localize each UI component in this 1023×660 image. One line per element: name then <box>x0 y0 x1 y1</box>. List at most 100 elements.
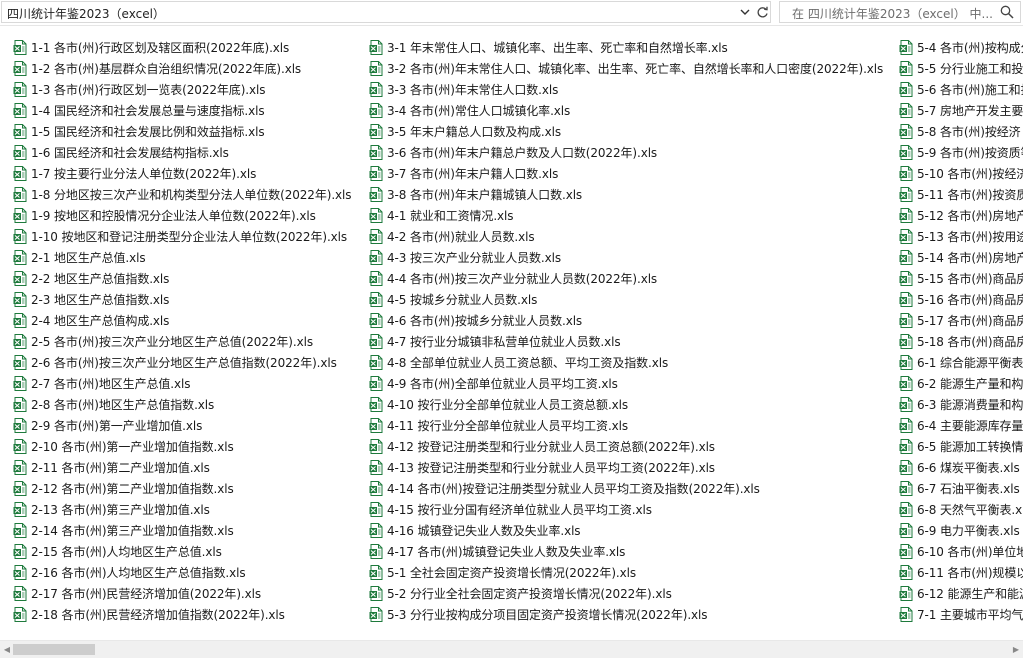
file-item[interactable]: 2-7 各市(州)地区生产总值.xls <box>0 373 351 394</box>
chevron-down-icon[interactable] <box>737 3 753 21</box>
file-item[interactable]: 4-6 各市(州)按城乡分就业人员数.xls <box>356 310 883 331</box>
file-item[interactable]: 3-6 各市(州)年末户籍总户数及人口数(2022年).xls <box>356 142 883 163</box>
horizontal-scrollbar[interactable]: ◀ ▶ <box>0 640 1023 658</box>
file-item[interactable]: 5-4 各市(州)按构成分 <box>886 37 1023 58</box>
file-item[interactable]: 6-5 能源加工转换情 <box>886 436 1023 457</box>
file-name: 3-6 各市(州)年末户籍总户数及人口数(2022年).xls <box>387 146 658 160</box>
excel-file-icon <box>899 250 913 265</box>
file-item[interactable]: 3-8 各市(州)年末户籍城镇人口数.xls <box>356 184 883 205</box>
file-item[interactable]: 3-5 年末户籍总人口数及构成.xls <box>356 121 883 142</box>
file-item[interactable]: 5-2 分行业全社会固定资产投资增长情况(2022年).xls <box>356 583 883 604</box>
scroll-right-icon[interactable]: ▶ <box>1011 644 1021 655</box>
file-item[interactable]: 5-17 各市(州)商品房 <box>886 310 1023 331</box>
file-item[interactable]: 4-3 按三次产业分就业人员数.xls <box>356 247 883 268</box>
file-item[interactable]: 5-5 分行业施工和投 <box>886 58 1023 79</box>
file-item[interactable]: 4-7 按行业分城镇非私营单位就业人员数.xls <box>356 331 883 352</box>
file-item[interactable]: 5-7 房地产开发主要 <box>886 100 1023 121</box>
file-item[interactable]: 5-14 各市(州)房地产 <box>886 247 1023 268</box>
file-item[interactable]: 1-7 按主要行业分法人单位数(2022年).xls <box>0 163 351 184</box>
file-item[interactable]: 4-5 按城乡分就业人员数.xls <box>356 289 883 310</box>
file-item[interactable]: 3-1 年末常住人口、城镇化率、出生率、死亡率和自然增长率.xls <box>356 37 883 58</box>
file-item[interactable]: 2-13 各市(州)第三产业增加值.xls <box>0 499 351 520</box>
file-item[interactable]: 2-2 地区生产总值指数.xls <box>0 268 351 289</box>
file-item[interactable]: 7-1 主要城市平均气 <box>886 604 1023 625</box>
file-item[interactable]: 2-3 地区生产总值指数.xls <box>0 289 351 310</box>
file-item[interactable]: 2-8 各市(州)地区生产总值指数.xls <box>0 394 351 415</box>
file-item[interactable]: 5-18 各市(州)商品房 <box>886 331 1023 352</box>
file-item[interactable]: 2-6 各市(州)按三次产业分地区生产总值指数(2022年).xls <box>0 352 351 373</box>
file-item[interactable]: 1-8 分地区按三次产业和机构类型分法人单位数(2022年).xls <box>0 184 352 205</box>
file-item[interactable]: 6-6 煤炭平衡表.xls <box>886 457 1023 478</box>
file-item[interactable]: 5-1 全社会固定资产投资增长情况(2022年).xls <box>356 562 883 583</box>
file-item[interactable]: 1-2 各市(州)基层群众自治组织情况(2022年底).xls <box>0 58 351 79</box>
file-item[interactable]: 6-10 各市(州)单位地 <box>886 541 1023 562</box>
file-item[interactable]: 5-3 分行业按构成分项目固定资产投资增长情况(2022年).xls <box>356 604 883 625</box>
excel-file-icon <box>13 439 27 454</box>
scrollbar-thumb[interactable] <box>13 644 95 655</box>
file-item[interactable]: 4-13 按登记注册类型和行业分就业人员平均工资(2022年).xls <box>356 457 883 478</box>
file-item[interactable]: 1-1 各市(州)行政区划及辖区面积(2022年底).xls <box>0 37 351 58</box>
file-item[interactable]: 4-14 各市(州)按登记注册类型分就业人员平均工资及指数(2022年).xls <box>356 478 883 499</box>
file-item[interactable]: 5-11 各市(州)按资质 <box>886 184 1023 205</box>
file-item[interactable]: 5-16 各市(州)商品房 <box>886 289 1023 310</box>
file-item[interactable]: 4-9 各市(州)全部单位就业人员平均工资.xls <box>356 373 883 394</box>
file-item[interactable]: 5-13 各市(州)按用途 <box>886 226 1023 247</box>
file-item[interactable]: 6-12 能源生产和能源 <box>886 583 1023 604</box>
file-item[interactable]: 2-1 地区生产总值.xls <box>0 247 351 268</box>
file-item[interactable]: 6-11 各市(州)规模以 <box>886 562 1023 583</box>
file-item[interactable]: 5-10 各市(州)按经济 <box>886 163 1023 184</box>
file-item[interactable]: 4-8 全部单位就业人员工资总额、平均工资及指数.xls <box>356 352 883 373</box>
address-path[interactable]: 四川统计年鉴2023（excel） <box>7 5 165 22</box>
file-item[interactable]: 2-18 各市(州)民营经济增加值指数(2022年).xls <box>0 604 351 625</box>
file-item[interactable]: 2-9 各市(州)第一产业增加值.xls <box>0 415 351 436</box>
file-item[interactable]: 4-10 按行业分全部单位就业人员工资总额.xls <box>356 394 883 415</box>
file-name: 5-14 各市(州)房地产 <box>917 251 1023 265</box>
file-item[interactable]: 1-10 按地区和登记注册类型分企业法人单位数(2022年).xls <box>0 226 351 247</box>
address-bar[interactable]: 四川统计年鉴2023（excel） <box>1 1 771 23</box>
search-input[interactable]: 在 四川统计年鉴2023（excel） 中... <box>779 1 1021 23</box>
file-item[interactable]: 5-9 各市(州)按资质等 <box>886 142 1023 163</box>
file-item[interactable]: 6-8 天然气平衡表.xl <box>886 499 1023 520</box>
file-name: 2-10 各市(州)第一产业增加值指数.xls <box>31 440 234 454</box>
file-item[interactable]: 5-15 各市(州)商品房 <box>886 268 1023 289</box>
file-item[interactable]: 4-1 就业和工资情况.xls <box>356 205 883 226</box>
file-item[interactable]: 1-6 国民经济和社会发展结构指标.xls <box>0 142 351 163</box>
file-item[interactable]: 2-17 各市(州)民营经济增加值(2022年).xls <box>0 583 351 604</box>
file-name: 5-3 分行业按构成分项目固定资产投资增长情况(2022年).xls <box>387 608 708 622</box>
file-item[interactable]: 2-4 地区生产总值构成.xls <box>0 310 351 331</box>
file-item[interactable]: 5-8 各市(州)按经济 <box>886 121 1023 142</box>
file-item[interactable]: 5-12 各市(州)房地产 <box>886 205 1023 226</box>
search-icon[interactable] <box>1000 5 1014 19</box>
file-item[interactable]: 2-12 各市(州)第二产业增加值指数.xls <box>0 478 351 499</box>
file-item[interactable]: 2-16 各市(州)人均地区生产总值指数.xls <box>0 562 351 583</box>
file-item[interactable]: 6-1 综合能源平衡表 <box>886 352 1023 373</box>
refresh-icon[interactable] <box>754 3 771 21</box>
file-item[interactable]: 4-4 各市(州)按三次产业分就业人员数(2022年).xls <box>356 268 883 289</box>
file-item[interactable]: 4-17 各市(州)城镇登记失业人数及失业率.xls <box>356 541 883 562</box>
file-item[interactable]: 3-2 各市(州)年末常住人口、城镇化率、出生率、死亡率、自然增长率和人口密度(… <box>356 58 883 79</box>
scroll-left-icon[interactable]: ◀ <box>2 644 12 655</box>
file-item[interactable]: 3-4 各市(州)常住人口城镇化率.xls <box>356 100 883 121</box>
file-item[interactable]: 2-14 各市(州)第三产业增加值指数.xls <box>0 520 351 541</box>
file-item[interactable]: 2-10 各市(州)第一产业增加值指数.xls <box>0 436 351 457</box>
file-item[interactable]: 4-11 按行业分全部单位就业人员平均工资.xls <box>356 415 883 436</box>
file-item[interactable]: 6-2 能源生产量和构 <box>886 373 1023 394</box>
file-item[interactable]: 6-9 电力平衡表.xls <box>886 520 1023 541</box>
file-item[interactable]: 1-3 各市(州)行政区划一览表(2022年底).xls <box>0 79 351 100</box>
file-item[interactable]: 2-15 各市(州)人均地区生产总值.xls <box>0 541 351 562</box>
file-item[interactable]: 4-2 各市(州)就业人员数.xls <box>356 226 883 247</box>
file-item[interactable]: 2-5 各市(州)按三次产业分地区生产总值(2022年).xls <box>0 331 351 352</box>
file-item[interactable]: 3-3 各市(州)年末常住人口数.xls <box>356 79 883 100</box>
file-item[interactable]: 3-7 各市(州)年末户籍人口数.xls <box>356 163 883 184</box>
file-item[interactable]: 6-7 石油平衡表.xls <box>886 478 1023 499</box>
file-item[interactable]: 6-3 能源消费量和构 <box>886 394 1023 415</box>
file-item[interactable]: 4-15 按行业分国有经济单位就业人员平均工资.xls <box>356 499 883 520</box>
file-item[interactable]: 1-5 国民经济和社会发展比例和效益指标.xls <box>0 121 351 142</box>
file-item[interactable]: 4-16 城镇登记失业人数及失业率.xls <box>356 520 883 541</box>
file-item[interactable]: 4-12 按登记注册类型和行业分就业人员工资总额(2022年).xls <box>356 436 883 457</box>
file-item[interactable]: 6-4 主要能源库存量 <box>886 415 1023 436</box>
file-item[interactable]: 1-9 按地区和控股情况分企业法人单位数(2022年).xls <box>0 205 351 226</box>
file-item[interactable]: 1-4 国民经济和社会发展总量与速度指标.xls <box>0 100 351 121</box>
file-item[interactable]: 5-6 各市(州)施工和投 <box>886 79 1023 100</box>
file-item[interactable]: 2-11 各市(州)第二产业增加值.xls <box>0 457 351 478</box>
